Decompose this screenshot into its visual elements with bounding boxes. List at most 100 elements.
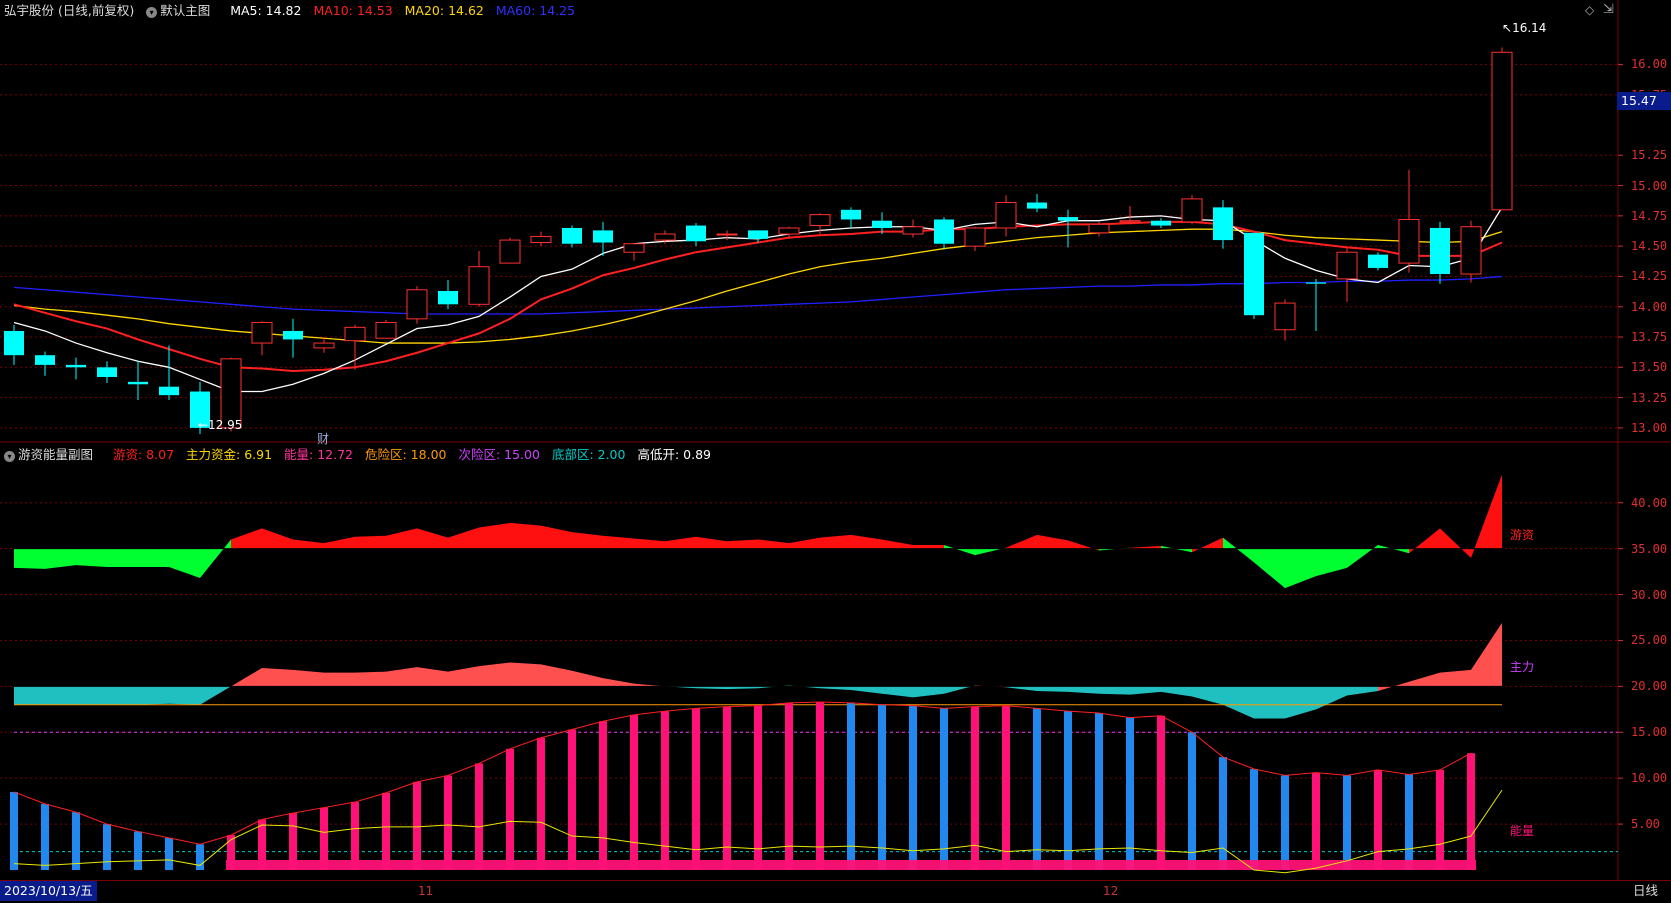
candle-body-down bbox=[97, 367, 117, 377]
youzi-area bbox=[665, 536, 696, 549]
candle-body-up bbox=[468, 266, 490, 305]
zhuli-area bbox=[76, 686, 107, 705]
zhuli-area bbox=[14, 686, 45, 705]
zhuli-area bbox=[1068, 686, 1099, 694]
price-tick-label: 13.75 bbox=[1631, 330, 1668, 344]
zhuli-area bbox=[820, 686, 851, 691]
youzi-area bbox=[355, 535, 386, 549]
zhuli-area bbox=[169, 686, 200, 705]
energy-bar bbox=[568, 729, 576, 870]
youzi-area bbox=[107, 548, 138, 567]
energy-bar bbox=[1312, 772, 1320, 870]
candle-body-down bbox=[128, 381, 148, 385]
zhuli-area bbox=[1471, 622, 1502, 687]
candle-body-down bbox=[1430, 227, 1450, 275]
sub-tick-label: 25.00 bbox=[1631, 633, 1668, 648]
zhuli-area bbox=[1130, 686, 1161, 695]
youzi-area bbox=[386, 528, 417, 549]
timeframe-button[interactable]: 日线 bbox=[1620, 881, 1671, 901]
sub-tick-label: 15.00 bbox=[1631, 725, 1668, 740]
zhuli-area bbox=[200, 686, 231, 705]
candle-body-up bbox=[1088, 223, 1110, 234]
candle-body-up bbox=[499, 239, 521, 264]
zhuli-area bbox=[386, 667, 417, 687]
youzi-area bbox=[138, 548, 169, 567]
candle-body-up bbox=[902, 226, 924, 235]
zhuli-area bbox=[479, 662, 510, 687]
candle-body-up bbox=[778, 227, 800, 235]
youzi-area bbox=[882, 539, 913, 549]
sub-tick-label: 20.00 bbox=[1631, 679, 1668, 694]
zhuli-area bbox=[1099, 686, 1130, 695]
zhuli-area bbox=[1316, 686, 1347, 710]
energy-bar bbox=[723, 706, 731, 870]
youzi-area bbox=[758, 539, 789, 549]
price-tick-label: 15.25 bbox=[1631, 148, 1668, 163]
youzi-area bbox=[913, 544, 944, 549]
energy-bar bbox=[816, 701, 824, 870]
price-tick-label: 14.25 bbox=[1631, 269, 1668, 284]
youzi-area bbox=[200, 539, 231, 579]
candle-body-up bbox=[654, 233, 676, 241]
zhuli-area bbox=[1285, 686, 1316, 719]
youzi-area bbox=[789, 537, 820, 549]
energy-bar bbox=[1064, 711, 1072, 870]
current-price-tag: 15.47 bbox=[1617, 92, 1671, 110]
candle-body-up bbox=[1336, 251, 1358, 280]
price-tick-label: 14.75 bbox=[1631, 208, 1668, 223]
youzi-area bbox=[696, 536, 727, 549]
energy-baseline-band bbox=[226, 860, 1476, 870]
high-price-label: 16.14 bbox=[1512, 21, 1547, 35]
youzi-area bbox=[1285, 548, 1316, 589]
zhuli-area bbox=[1254, 686, 1285, 719]
youzi-area bbox=[1037, 534, 1068, 549]
zhuli-area bbox=[541, 664, 572, 687]
candle-body-down bbox=[872, 220, 892, 228]
youzi-area bbox=[851, 534, 882, 549]
chart-area[interactable] bbox=[0, 0, 1671, 880]
energy-bar bbox=[909, 705, 917, 870]
cursor-date: 2023/10/13/五 bbox=[0, 881, 97, 901]
candle-body-up bbox=[530, 235, 552, 244]
zhuli-area bbox=[572, 670, 603, 687]
price-tick-label: 13.50 bbox=[1631, 360, 1668, 375]
candle-body-down bbox=[1151, 220, 1171, 226]
sub-tick-label: 10.00 bbox=[1631, 771, 1668, 786]
youzi-area bbox=[417, 528, 448, 549]
zhuli-area bbox=[510, 662, 541, 687]
zhuli-area bbox=[324, 672, 355, 687]
youzi-area bbox=[324, 536, 355, 549]
energy-bar bbox=[1219, 757, 1227, 870]
energy-bar bbox=[1374, 769, 1382, 870]
candle-body-up bbox=[1181, 198, 1203, 223]
energy-bar bbox=[10, 791, 18, 870]
candle-body-down bbox=[562, 227, 582, 244]
candle-body-down bbox=[593, 230, 613, 243]
energy-bar bbox=[351, 802, 359, 870]
candle-body-down bbox=[1306, 282, 1326, 284]
energy-bar bbox=[506, 748, 514, 870]
candle-body-up bbox=[251, 321, 273, 344]
month-tick-12: 12 bbox=[1103, 884, 1119, 898]
candle-body-down bbox=[934, 219, 954, 244]
candle-body-up bbox=[1460, 226, 1482, 275]
price-tick-label: 13.00 bbox=[1631, 420, 1668, 435]
nengliang-series-label: 能量 bbox=[1510, 824, 1535, 838]
candle-body-down bbox=[159, 386, 179, 396]
zhuli-area bbox=[1037, 686, 1068, 692]
energy-bar bbox=[599, 721, 607, 870]
zhuli-area bbox=[851, 686, 882, 694]
zhuli-area bbox=[1223, 686, 1254, 719]
youzi-series-label: 游资 bbox=[1510, 528, 1535, 542]
youzi-area bbox=[76, 548, 107, 567]
candle-body-up bbox=[406, 289, 428, 320]
candle-body-down bbox=[686, 225, 706, 242]
candle-body-up bbox=[1119, 220, 1141, 223]
energy-bar bbox=[1405, 774, 1413, 870]
financial-report-marker[interactable]: 财 bbox=[317, 430, 329, 447]
energy-bar bbox=[382, 792, 390, 870]
zhuli-area bbox=[1440, 669, 1471, 687]
sub-tick-label: 30.00 bbox=[1631, 587, 1668, 602]
price-tick-label: 13.25 bbox=[1631, 390, 1668, 405]
candle-body-down bbox=[1244, 232, 1264, 316]
